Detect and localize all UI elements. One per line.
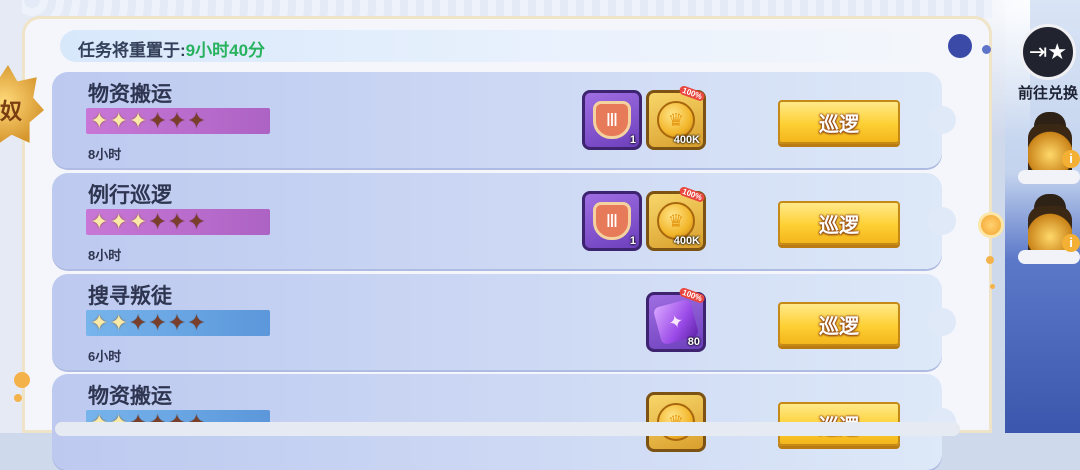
rank-badge-text: 奴: [0, 99, 23, 124]
decor-dot: [982, 45, 991, 54]
mission-title: 物资搬运: [88, 83, 172, 106]
reward-quantity: 400K: [673, 235, 700, 247]
reward-quantity: 1: [629, 134, 636, 146]
reward-item[interactable]: ♛ 400K 100%: [646, 84, 706, 150]
decor-dot: [948, 34, 972, 58]
star-icon: ✦: [109, 209, 128, 234]
mission-row: 物资搬运 ✦ ✦ ✦ ✦ ✦ ✦ 8小时 Ⅲ 1 ♛ 400K 100% 巡逻: [52, 72, 956, 168]
star-icon: ✦: [167, 108, 187, 133]
star-icon: ✦: [90, 108, 109, 133]
decor-dot: [990, 284, 995, 289]
star-icon: ✦: [109, 108, 128, 133]
bottom-bar: [55, 422, 960, 436]
mission-duration: 6小时: [88, 349, 122, 364]
star-icon: ✦: [167, 209, 187, 234]
reward-chance-badge: 100%: [677, 185, 706, 204]
reward-item[interactable]: ♛ 400K 100%: [646, 185, 706, 251]
info-icon[interactable]: i: [1062, 234, 1080, 252]
ticket-star-icon: ⇥★: [1028, 39, 1068, 64]
exchange-button[interactable]: ⇥★: [1020, 24, 1076, 80]
mission-title: 搜寻叛徒: [88, 285, 172, 308]
star-icon: ✦: [90, 310, 109, 335]
star-icon: ✦: [128, 310, 148, 335]
star-icon: ✦: [128, 108, 148, 133]
star-icon: ✦: [187, 108, 206, 133]
decor-dot: [14, 394, 22, 402]
pillar-shield-icon: Ⅲ: [593, 202, 631, 240]
mission-row: 搜寻叛徒 ✦ ✦ ✦ ✦ ✦ ✦ 6小时 ✦ 80 100% 巡逻: [52, 274, 956, 370]
star-icon: ✦: [90, 209, 109, 234]
difficulty-stars: ✦✦✦✦✦✦: [86, 108, 270, 134]
star-icon: ✦: [187, 209, 206, 234]
reset-timer-text: 任务将重置于:9小时40分: [78, 36, 265, 61]
reward-quantity: 80: [687, 336, 700, 348]
decor-orange-dot: [978, 212, 1004, 238]
difficulty-stars: ✦✦✦✦✦✦: [86, 209, 270, 235]
row-tab-decor: [928, 207, 956, 235]
patrol-button[interactable]: 巡逻: [778, 201, 900, 245]
difficulty-stars: ✦✦✦✦✦✦: [86, 310, 270, 336]
star-icon: ✦: [187, 310, 206, 335]
reward-item[interactable]: Ⅲ1: [582, 191, 642, 251]
star-icon: ✦: [109, 310, 128, 335]
reward-item[interactable]: Ⅲ1: [582, 90, 642, 150]
star-icon: ✦: [148, 209, 167, 234]
reset-time: 9小时40分: [185, 41, 266, 60]
mission-duration: 8小时: [88, 248, 122, 263]
reward-quantity: 1: [629, 235, 636, 247]
reward-item[interactable]: ✦ 80 100%: [646, 286, 706, 352]
decor-dot: [986, 256, 994, 264]
star-icon: ✦: [148, 108, 167, 133]
decor-dot: [14, 372, 30, 388]
mission-row: 例行巡逻 ✦ ✦ ✦ ✦ ✦ ✦ 8小时 Ⅲ 1 ♛ 400K 100% 巡逻: [52, 173, 956, 269]
reward-quantity: 400K: [673, 134, 700, 146]
star-icon: ✦: [128, 209, 148, 234]
mission-title: 例行巡逻: [88, 184, 172, 207]
exchange-label[interactable]: 前往兑换: [1018, 82, 1078, 103]
mission-title: 物资搬运: [88, 385, 172, 408]
cloud-decor: [1018, 250, 1080, 264]
cloud-decor: [1018, 170, 1080, 184]
star-icon: ✦: [167, 310, 187, 335]
reset-prefix: 任务将重置于:: [78, 41, 186, 60]
info-icon[interactable]: i: [1062, 150, 1080, 168]
row-tab-decor: [928, 308, 956, 336]
star-icon: ✦: [148, 310, 167, 335]
reward-chance-badge: 100%: [677, 84, 706, 103]
row-tab-decor: [928, 106, 956, 134]
patrol-button[interactable]: 巡逻: [778, 302, 900, 346]
mission-duration: 8小时: [88, 147, 122, 162]
pillar-shield-icon: Ⅲ: [593, 101, 631, 139]
patrol-button[interactable]: 巡逻: [778, 100, 900, 144]
